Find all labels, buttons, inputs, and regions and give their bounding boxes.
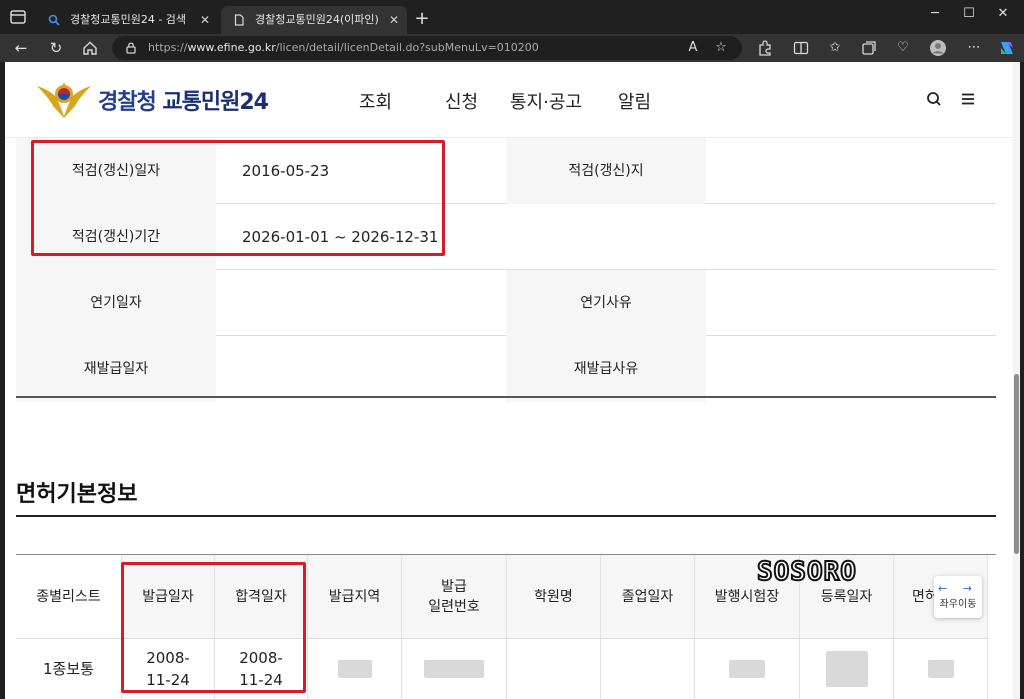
cell-test-site-redacted <box>695 639 800 699</box>
cell-label: 재발급사유 <box>506 336 706 402</box>
cell-academy <box>507 639 601 699</box>
horizontal-scroll-hint[interactable]: ← → 좌우이동 <box>934 576 982 618</box>
url-text: https://www.efine.go.kr/licen/detail/lic… <box>148 41 539 54</box>
tab-title: 경찰청교통민원24(이파인) <box>255 13 379 26</box>
address-bar-row: ← ↻ https://www.efine.go.kr/licen/detail… <box>0 34 1024 62</box>
browser-essentials-icon[interactable]: ♡ <box>894 39 912 57</box>
read-aloud-icon[interactable]: A <box>684 39 702 57</box>
extensions-icon[interactable] <box>756 39 774 57</box>
cell-registered-redacted <box>800 639 894 699</box>
scrollbar-thumb[interactable] <box>1014 374 1019 554</box>
scroll-hint-label: 좌우이동 <box>939 599 977 610</box>
collections-icon[interactable] <box>860 39 878 57</box>
cell-serial-redacted <box>402 639 507 699</box>
close-tab-icon[interactable]: ✕ <box>200 6 210 34</box>
cell-license-redacted <box>894 639 988 699</box>
section-divider <box>16 515 996 517</box>
watermark: SOSORO <box>756 556 857 588</box>
search-icon[interactable] <box>925 90 943 108</box>
nav-inquiry[interactable]: 조회 <box>359 88 392 114</box>
maximize-button[interactable]: ☐ <box>952 0 986 30</box>
close-tab-icon[interactable]: ✕ <box>389 6 399 34</box>
search-favicon-icon <box>48 14 60 26</box>
new-tab-button[interactable]: + <box>411 6 433 32</box>
copilot-icon[interactable] <box>997 38 1017 58</box>
cell-label: 연기일자 <box>16 270 216 336</box>
favorites-icon[interactable]: ✩ <box>826 39 844 57</box>
table-row: 재발급일자 재발급사유 <box>16 336 996 402</box>
nav-apply[interactable]: 신청 <box>445 88 478 114</box>
site-logo[interactable]: 경찰청 교통민원24 <box>98 84 269 116</box>
more-menu-icon[interactable]: ⋯ <box>965 39 983 57</box>
tab-title: 경찰청교통민원24 - 검색 <box>70 13 187 26</box>
cell-label: 연기사유 <box>506 270 706 336</box>
page-favicon-icon <box>234 14 244 26</box>
tab-bar: 경찰청교통민원24 - 검색 ✕ 경찰청교통민원24(이파인) ✕ + ─ ☐ … <box>0 0 1024 34</box>
column-header: 발급 일련번호 <box>402 555 507 639</box>
minimize-button[interactable]: ─ <box>918 0 952 30</box>
cell-license-type: 1종보통 <box>16 639 122 699</box>
section-title: 면허기본정보 <box>16 482 138 507</box>
split-screen-icon[interactable] <box>792 39 810 57</box>
column-header: 학원명 <box>507 555 601 639</box>
tab-actions-icon[interactable] <box>8 7 28 27</box>
red-highlight-box <box>121 562 306 693</box>
close-window-button[interactable]: ✕ <box>986 0 1020 30</box>
browser-window: 경찰청교통민원24 - 검색 ✕ 경찰청교통민원24(이파인) ✕ + ─ ☐ … <box>0 0 1024 699</box>
table-row: 연기일자 연기사유 <box>16 270 996 336</box>
tab-search[interactable]: 경찰청교통민원24 - 검색 ✕ <box>36 6 218 34</box>
cell-label: 재발급일자 <box>16 336 216 402</box>
favorite-star-icon[interactable]: ☆ <box>712 39 730 57</box>
vertical-scrollbar[interactable] <box>1013 62 1020 699</box>
police-emblem-icon[interactable] <box>35 76 93 118</box>
url-field[interactable]: https://www.efine.go.kr/licen/detail/lic… <box>112 36 742 60</box>
nav-notice[interactable]: 통지·공고 <box>510 88 582 114</box>
cell-region-redacted <box>308 639 402 699</box>
refresh-icon[interactable]: ↻ <box>46 38 66 58</box>
cell-graduation <box>601 639 695 699</box>
back-icon[interactable]: ← <box>11 38 31 58</box>
profile-avatar-icon[interactable] <box>929 39 947 57</box>
nav-alerts[interactable]: 알림 <box>618 88 651 114</box>
menu-icon[interactable] <box>959 90 977 108</box>
column-header: 졸업일자 <box>601 555 695 639</box>
column-header: 종별리스트 <box>16 555 122 639</box>
lock-icon[interactable] <box>124 41 138 55</box>
red-highlight-box <box>31 140 445 256</box>
table-bottom-border <box>16 396 996 398</box>
tab-efine[interactable]: 경찰청교통민원24(이파인) ✕ <box>221 6 407 34</box>
cell-label: 적검(갱신)지 <box>506 138 706 204</box>
home-icon[interactable] <box>80 38 100 58</box>
web-page: 경찰청 교통민원24 조회 신청 통지·공고 알림 적검(갱신)일자 2016-… <box>5 62 1020 699</box>
site-header: 경찰청 교통민원24 조회 신청 통지·공고 알림 <box>5 62 1013 138</box>
left-right-arrows-icon: ← → <box>938 582 978 595</box>
column-header: 발급지역 <box>308 555 402 639</box>
